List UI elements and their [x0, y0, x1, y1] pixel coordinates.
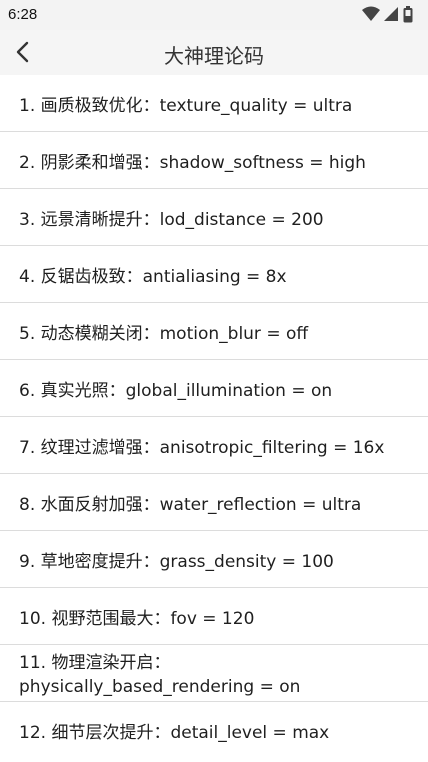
list-item-text: 3. 远景清晰提升：lod_distance = 200: [19, 210, 324, 230]
list-item[interactable]: 11. 物理渲染开启： physically_based_rendering =…: [0, 645, 428, 702]
cellular-signal-icon: [384, 6, 398, 26]
status-time: 6:28: [8, 6, 38, 23]
list-item[interactable]: 9. 草地密度提升：grass_density = 100: [0, 531, 428, 588]
list-item-text: 6. 真实光照：global_illumination = on: [19, 381, 333, 401]
list-item[interactable]: 4. 反锯齿极致：antialiasing = 8x: [0, 246, 428, 303]
list-item[interactable]: 8. 水面反射加强：water_reflection = ultra: [0, 474, 428, 531]
list-item-text: 4. 反锯齿极致：antialiasing = 8x: [19, 267, 287, 287]
status-icons: [362, 6, 418, 24]
list-item[interactable]: 2. 阴影柔和增强：shadow_softness = high: [0, 132, 428, 189]
list-item[interactable]: 1. 画质极致优化：texture_quality = ultra: [0, 75, 428, 132]
status-bar: 6:28: [0, 0, 428, 30]
app-bar: 大神理论码: [0, 30, 428, 75]
list-item[interactable]: 3. 远景清晰提升：lod_distance = 200: [0, 189, 428, 246]
list-item[interactable]: 10. 视野范围最大：fov = 120: [0, 588, 428, 645]
list-item-text: 9. 草地密度提升：grass_density = 100: [19, 552, 334, 572]
list-item[interactable]: 7. 纹理过滤增强：anisotropic_filtering = 16x: [0, 417, 428, 474]
battery-icon: [403, 6, 413, 27]
list-item[interactable]: 12. 细节层次提升：detail_level = max: [0, 702, 428, 759]
settings-list: 1. 画质极致优化：texture_quality = ultra 2. 阴影柔…: [0, 75, 428, 759]
list-item-text: 8. 水面反射加强：water_reflection = ultra: [19, 495, 362, 515]
list-item-text: 10. 视野范围最大：fov = 120: [19, 609, 255, 629]
wifi-icon: [362, 6, 380, 26]
list-item[interactable]: 6. 真实光照：global_illumination = on: [0, 360, 428, 417]
list-item-text: 12. 细节层次提升：detail_level = max: [19, 723, 330, 743]
list-item[interactable]: 5. 动态模糊关闭：motion_blur = off: [0, 303, 428, 360]
list-item-text: 5. 动态模糊关闭：motion_blur = off: [19, 324, 309, 344]
list-item-text: 11. 物理渲染开启： physically_based_rendering =…: [19, 653, 301, 697]
list-item-text: 1. 画质极致优化：texture_quality = ultra: [19, 96, 353, 116]
list-item-text: 7. 纹理过滤增强：anisotropic_filtering = 16x: [19, 438, 385, 458]
page-title: 大神理论码: [164, 44, 264, 68]
list-item-text: 2. 阴影柔和增强：shadow_softness = high: [19, 153, 366, 173]
